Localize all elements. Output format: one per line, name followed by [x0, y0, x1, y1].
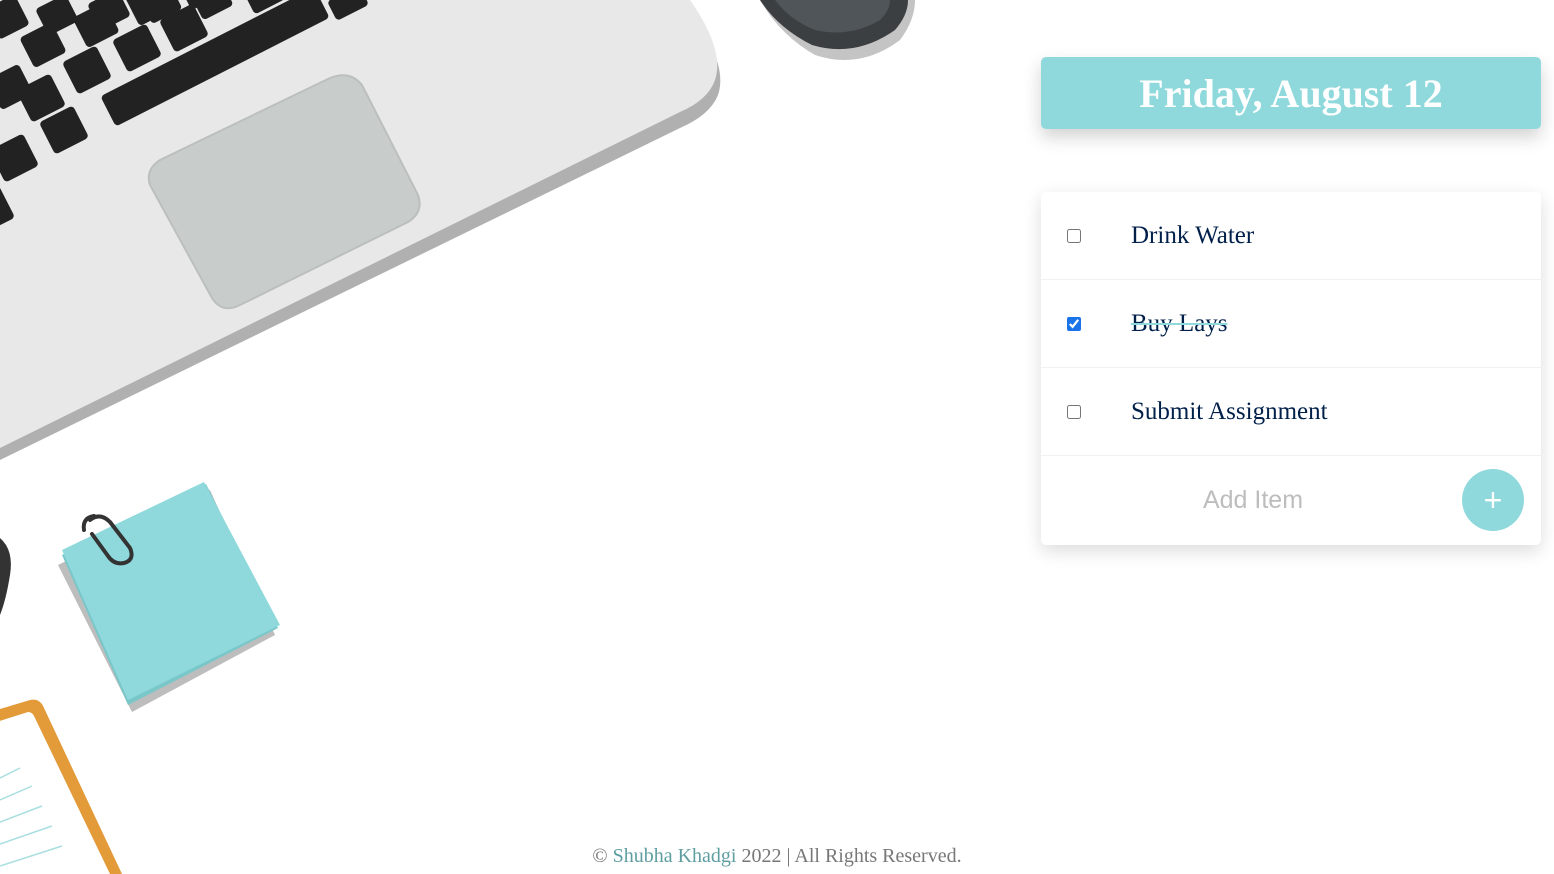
add-item-row: +: [1041, 456, 1541, 544]
author-link[interactable]: Shubha Khadgi: [613, 845, 737, 867]
copyright-symbol: ©: [592, 845, 608, 867]
todo-item: Submit Assignment: [1041, 368, 1541, 456]
todo-item: Buy Lays: [1041, 280, 1541, 368]
sticky-notes-illustration: [58, 482, 280, 712]
new-item-input[interactable]: [1041, 484, 1465, 516]
todo-item: Drink Water: [1041, 192, 1541, 280]
todo-checkbox[interactable]: [1067, 228, 1081, 243]
laptop-illustration: [0, 0, 721, 460]
todo-item-label: Buy Lays: [1131, 309, 1228, 337]
mouse-illustration: [760, 0, 915, 60]
date-heading-box: Friday, August 12: [1041, 57, 1541, 129]
todo-checkbox[interactable]: [1067, 404, 1081, 419]
todo-item-label: Submit Assignment: [1131, 397, 1328, 425]
date-title: Friday, August 12: [1139, 70, 1443, 116]
todo-list-box: Drink Water Buy Lays Submit Assignment +: [1041, 192, 1541, 545]
add-item-button[interactable]: +: [1462, 469, 1524, 531]
footer: © Shubha Khadgi 2022 | All Rights Reserv…: [0, 845, 1554, 868]
todo-checkbox[interactable]: [1067, 316, 1081, 331]
todo-item-label: Drink Water: [1131, 221, 1255, 249]
footer-rights-text: 2022 | All Rights Reserved.: [741, 845, 962, 867]
